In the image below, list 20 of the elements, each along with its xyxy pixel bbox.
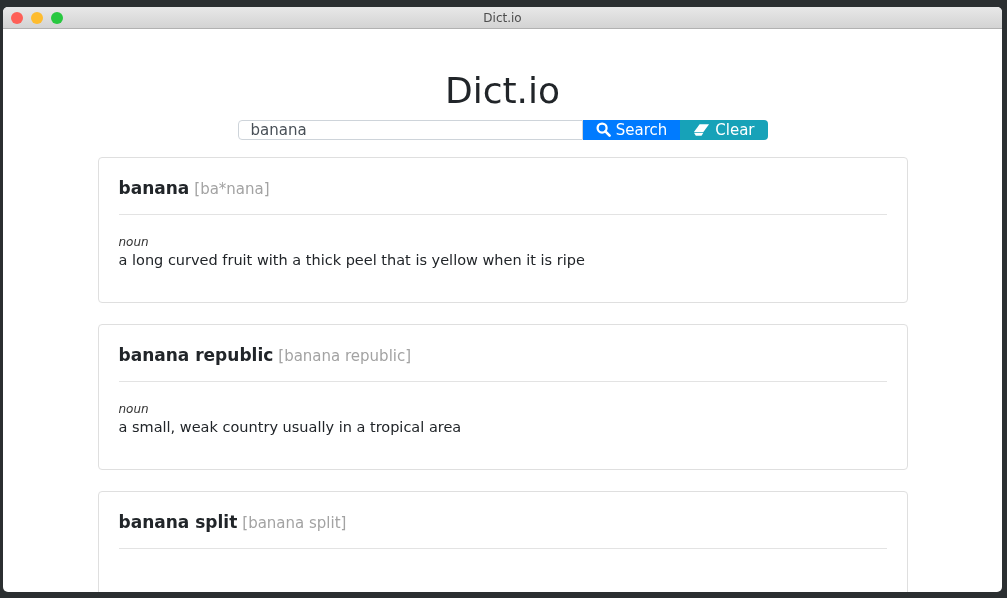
pronunciation: [ba*nana] <box>194 179 270 198</box>
part-of-speech: noun <box>118 234 150 249</box>
definition: a small, weak country usually in a tropical area <box>118 418 463 435</box>
window-title: Dict.io <box>483 10 522 25</box>
zoom-button[interactable] <box>51 11 63 24</box>
pronunciation: [banana republic] <box>278 346 412 365</box>
search-field[interactable]: banana <box>237 119 583 140</box>
app-title: Dict.io <box>444 71 561 111</box>
definition: a long curved fruit with a thick peel that is yellow when it is ripe <box>118 251 586 268</box>
entry-word: banana split <box>118 511 238 532</box>
pronunciation: [banana split] <box>242 513 347 532</box>
clear-button[interactable]: Clear <box>680 119 768 140</box>
close-button[interactable] <box>11 11 23 24</box>
entry-word: banana <box>118 177 190 198</box>
entry-word: banana republic <box>118 344 274 365</box>
search-icon <box>595 122 611 138</box>
minimize-button[interactable] <box>31 11 43 24</box>
eraser-icon <box>693 122 711 137</box>
search-button[interactable]: Search <box>582 119 681 140</box>
part-of-speech: noun <box>118 401 150 416</box>
